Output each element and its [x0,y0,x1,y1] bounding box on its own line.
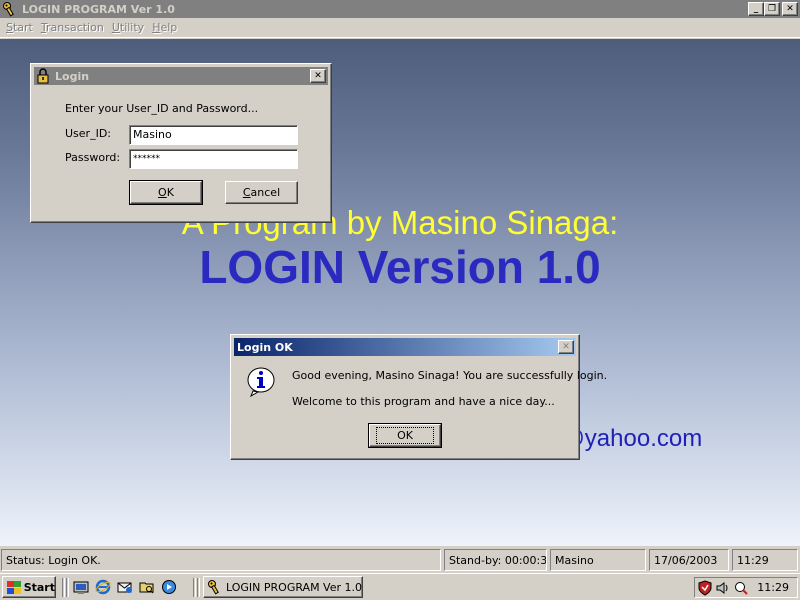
app-title: LOGIN PROGRAM Ver 1.0 [22,2,175,16]
status-time: 11:29 [732,549,798,571]
minimize-button[interactable]: _ [748,2,764,16]
system-tray: 11:29 [694,577,798,598]
standby-timer: Stand-by: 00:00:31 [444,549,547,571]
login-close-button[interactable]: ✕ [310,69,326,83]
minimize-icon: _ [753,4,759,14]
login-dialog: Login ✕ Enter your User_ID and Password.… [30,63,332,223]
banner-version: LOGIN Version 1.0 [199,241,601,293]
menu-transaction[interactable]: Transaction [37,21,108,34]
taskbar-button-login-program[interactable]: LOGIN PROGRAM Ver 1.0 [203,576,363,598]
restore-button[interactable]: ❐ [764,2,780,16]
message-box-close-button[interactable]: ✕ [558,340,574,354]
folder-icon[interactable] [139,579,155,595]
message-box-title-bar[interactable]: Login OK ✕ [234,338,576,356]
app-title-bar[interactable]: LOGIN PROGRAM Ver 1.0 _ ❐ ✕ [0,0,800,18]
password-label: Password: [65,151,121,164]
restore-icon: ❐ [767,4,777,14]
quick-launch-grip[interactable] [66,578,69,597]
message-line-1: Good evening, Masino Sinaga! You are suc… [292,369,608,382]
status-date: 17/06/2003 [649,549,729,571]
login-ok-message-box: Login OK ✕ Good evening, Masino Sinaga! … [230,334,607,460]
password-input[interactable]: ****** [129,149,298,169]
start-label: Start [23,580,55,594]
close-button[interactable]: ✕ [782,2,798,16]
task-band-grip[interactable] [197,578,200,597]
taskbar-separator [62,578,65,597]
message-ok-button[interactable]: OK [368,423,442,448]
login-instruction: Enter your User_ID and Password... [65,102,259,115]
login-cancel-button[interactable]: Cancel [225,181,298,204]
taskbar-separator [193,578,196,597]
login-title: Login [55,69,90,83]
status-message: Status: Login OK. [1,549,441,571]
key-icon [207,579,223,595]
network-search-icon[interactable] [733,580,749,596]
taskbar: Start LOGIN PROGRAM Ver 1.0 11:29 [0,573,800,600]
menu-start[interactable]: Start [2,21,37,34]
volume-icon[interactable] [715,580,731,596]
outlook-express-icon[interactable] [117,579,133,595]
close-icon: ✕ [786,4,794,14]
key-icon[interactable] [2,1,18,17]
login-ok-button[interactable]: OK [129,180,203,205]
status-bar: Status: Login OK. Stand-by: 00:00:31 Mas… [0,548,800,572]
lock-icon [36,68,52,84]
taskbar-clock[interactable]: 11:29 [757,581,797,594]
information-icon [245,365,277,398]
message-line-2: Welcome to this program and have a nice … [292,395,555,408]
show-desktop-icon[interactable] [73,579,89,595]
login-title-bar[interactable]: Login ✕ [34,67,328,85]
current-user: Masino [550,549,646,571]
media-player-icon[interactable] [161,579,177,595]
close-icon: ✕ [562,342,570,352]
start-button[interactable]: Start [2,576,56,598]
menu-help[interactable]: Help [148,21,181,34]
menu-bar: Start Transaction Utility Help [0,18,800,38]
taskbar-button-label: LOGIN PROGRAM Ver 1.0 [226,580,363,594]
message-box-title: Login OK [237,340,293,354]
antivirus-shield-icon[interactable] [697,579,713,596]
internet-explorer-icon[interactable] [95,579,111,595]
windows-logo-icon [6,580,21,594]
user-id-input[interactable]: Masino [129,125,298,145]
user-id-label: User_ID: [65,127,111,140]
close-icon: ✕ [314,71,322,81]
menu-utility[interactable]: Utility [108,21,148,34]
